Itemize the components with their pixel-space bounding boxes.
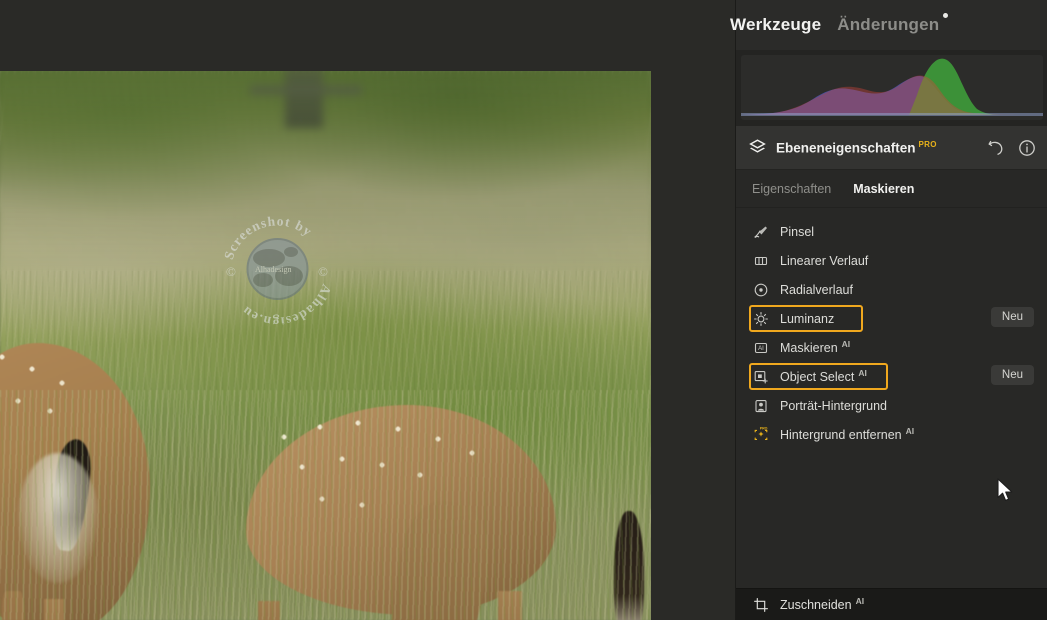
- watermark: Alhadesign Screenshot by Alhadesign.eu ©…: [219, 214, 336, 325]
- tool-radialverlauf-label: Radialverlauf: [780, 282, 853, 297]
- tab-werkzeuge[interactable]: Werkzeuge: [730, 15, 821, 35]
- masking-tool-list: Pinsel Linearer Verlauf Radialverlauf Lu…: [736, 208, 1047, 449]
- watermark-center-text: Alhadesign: [255, 265, 291, 274]
- tool-maskieren-ai[interactable]: AI Maskieren AI: [736, 333, 1047, 362]
- layers-icon: [748, 138, 767, 157]
- remove-bg-icon: PRO: [752, 426, 770, 444]
- sidebar-topbar: Werkzeuge Änderungen: [730, 0, 1047, 50]
- layer-properties-panel: Ebeneneigenschaften PRO Eigenschaften Ma…: [736, 126, 1047, 620]
- watermark-copyright-right: ©: [318, 264, 328, 279]
- panel-title: Ebeneneigenschaften PRO: [776, 140, 937, 156]
- ai-mask-icon: AI: [752, 339, 770, 357]
- changes-indicator-dot: [943, 13, 949, 18]
- tool-zuschneiden-badge: AI: [855, 596, 865, 607]
- tool-maskieren-ai-badge: AI: [841, 339, 851, 350]
- pro-badge: PRO: [918, 139, 937, 149]
- tab-aenderungen-label: Änderungen: [837, 15, 940, 34]
- tab-maskieren[interactable]: Maskieren: [853, 182, 914, 196]
- portrait-icon: [752, 397, 770, 415]
- tool-hintergrund-entfernen-text: Hintergrund entfernen: [780, 428, 902, 443]
- radial-gradient-icon: [752, 281, 770, 299]
- deer-meadow-photo[interactable]: Alhadesign Screenshot by Alhadesign.eu ©…: [0, 71, 651, 620]
- tool-hintergrund-entfernen[interactable]: PRO Hintergrund entfernen AI: [736, 420, 1047, 449]
- app-window: Alhadesign Screenshot by Alhadesign.eu ©…: [0, 0, 1047, 620]
- info-icon[interactable]: [1018, 139, 1036, 157]
- tool-zuschneiden[interactable]: Zuschneiden AI: [736, 588, 1047, 620]
- undo-icon[interactable]: [987, 139, 1004, 156]
- svg-text:AI: AI: [758, 346, 764, 352]
- tool-zuschneiden-text: Zuschneiden: [780, 598, 852, 613]
- tab-eigenschaften[interactable]: Eigenschaften: [752, 182, 831, 196]
- tool-object-select-highlight: [749, 363, 888, 390]
- histogram-red-channel: [741, 75, 1043, 115]
- canvas-area: Alhadesign Screenshot by Alhadesign.eu ©…: [0, 0, 735, 620]
- tool-maskieren-ai-text: Maskieren: [780, 341, 838, 356]
- crop-icon: [752, 596, 770, 614]
- tool-object-select-neu-button[interactable]: Neu: [990, 365, 1034, 385]
- tab-aenderungen[interactable]: Änderungen: [837, 13, 949, 35]
- tool-luminanz[interactable]: Luminanz Neu: [736, 304, 1047, 333]
- tool-pinsel-label: Pinsel: [780, 224, 815, 239]
- watermark-copyright-left: ©: [226, 264, 236, 279]
- tool-linearer-verlauf[interactable]: Linearer Verlauf: [736, 246, 1047, 275]
- histogram-baseline: [741, 113, 1043, 116]
- svg-text:PRO: PRO: [760, 426, 768, 430]
- tool-luminanz-neu-button[interactable]: Neu: [990, 307, 1034, 327]
- tool-object-select[interactable]: Object Select AI Neu: [736, 362, 1047, 391]
- tool-zuschneiden-label: Zuschneiden AI: [780, 596, 864, 612]
- panel-tabs: Eigenschaften Maskieren: [736, 170, 1047, 208]
- tool-portrait-hintergrund[interactable]: Porträt-Hintergrund: [736, 391, 1047, 420]
- right-sidebar: Werkzeuge Änderungen Ebeneneigenschaften…: [730, 0, 1047, 620]
- linear-gradient-icon: [752, 252, 770, 270]
- rgb-histogram[interactable]: [741, 55, 1043, 120]
- tool-linearer-verlauf-label: Linearer Verlauf: [780, 253, 869, 268]
- tool-radialverlauf[interactable]: Radialverlauf: [736, 275, 1047, 304]
- panel-title-text: Ebeneneigenschaften: [776, 140, 916, 156]
- tab-werkzeuge-label: Werkzeuge: [730, 15, 822, 34]
- foreground-grass: [0, 390, 651, 620]
- tool-luminanz-highlight: [749, 305, 863, 332]
- brush-icon: [752, 223, 770, 241]
- tool-hintergrund-entfernen-label: Hintergrund entfernen AI: [780, 426, 914, 442]
- tool-hintergrund-entfernen-badge: AI: [905, 426, 915, 437]
- histogram-svg: [741, 58, 1043, 116]
- tool-maskieren-ai-label: Maskieren AI: [780, 339, 850, 355]
- histogram-curves: [741, 58, 1043, 115]
- tool-portrait-hintergrund-label: Porträt-Hintergrund: [780, 398, 887, 413]
- tool-pinsel[interactable]: Pinsel: [736, 217, 1047, 246]
- layer-properties-header: Ebeneneigenschaften PRO: [736, 126, 1047, 170]
